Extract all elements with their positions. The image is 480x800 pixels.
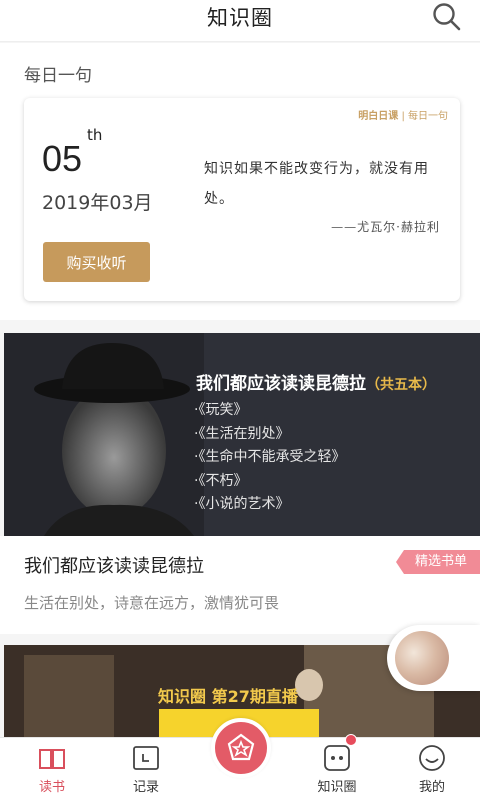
tab-circle[interactable]: 知识圈	[297, 734, 377, 800]
tab-mine[interactable]: 我的	[392, 738, 472, 800]
notification-dot	[345, 734, 357, 746]
day-number: 05	[42, 138, 83, 179]
buy-listen-button[interactable]: 购买收听	[43, 242, 150, 282]
daily-section: 每日一句 明白日课 | 每日一句 05 th 2019年03月 知识如果不能改变…	[0, 43, 480, 320]
quote-author: ——尤瓦尔·赫拉利	[331, 220, 440, 234]
brand-tag: 明白日课 | 每日一句	[358, 111, 448, 122]
category-tag: 精选书单	[396, 550, 480, 574]
author-portrait-image	[4, 333, 204, 536]
brand-name: 明白日课	[358, 111, 399, 122]
tab-record[interactable]: 记录	[106, 738, 186, 800]
book-item: ·《玩笑》	[194, 402, 248, 418]
calendar-icon	[133, 746, 159, 770]
tab-label: 读书	[38, 780, 65, 795]
top-header: 知识圈	[0, 0, 480, 42]
section-label: 每日一句	[24, 66, 92, 86]
date-text: 2019年03月	[42, 192, 153, 214]
book-item: ·《小说的艺术》	[194, 496, 290, 512]
audio-thumbnail-icon	[395, 631, 449, 685]
chat-icon	[324, 745, 350, 771]
banner-title: 我们都应该读读昆德拉（共五本）	[196, 369, 436, 394]
brand-sub: 每日一句	[408, 111, 448, 122]
floating-audio-button[interactable]	[387, 625, 480, 691]
book-list-banner[interactable]: 我们都应该读读昆德拉（共五本） ·《玩笑》 ·《生活在别处》 ·《生命中不能承受…	[4, 333, 480, 536]
book-item: ·《不朽》	[194, 472, 248, 489]
tab-label: 我的	[418, 780, 445, 795]
daily-quote-card[interactable]: 明白日课 | 每日一句 05 th 2019年03月 知识如果不能改变行为，就没…	[24, 98, 460, 301]
banner-title-text: 我们都应该读读昆德拉	[196, 374, 366, 394]
tab-label: 知识圈	[317, 780, 357, 795]
day-suffix: th	[87, 126, 103, 144]
page-title: 知识圈	[207, 6, 273, 30]
center-action-button[interactable]	[211, 718, 271, 778]
bottom-tab-bar: 读书 记录 知识圈 我的	[0, 718, 480, 800]
book-list: ·《玩笑》 ·《生活在别处》 ·《生命中不能承受之轻》 ·《不朽》 ·《小说的艺…	[194, 399, 345, 517]
book-icon	[39, 749, 65, 769]
live-banner-text: 知识圈 第27期直播	[158, 687, 298, 706]
book-item: ·《生命中不能承受之轻》	[194, 449, 346, 465]
article-card[interactable]: 我们都应该读读昆德拉 生活在别处，诗意在远方，激情犹可畏 精选书单	[0, 536, 480, 634]
article-subtitle: 生活在别处，诗意在远方，激情犹可畏	[24, 594, 280, 612]
book-item: ·《生活在别处》	[194, 425, 290, 442]
tab-read[interactable]: 读书	[12, 738, 92, 800]
star-pentagon-icon	[227, 733, 255, 761]
tab-label: 记录	[132, 780, 159, 795]
search-icon[interactable]	[432, 2, 462, 32]
article-title: 我们都应该读读昆德拉	[24, 556, 204, 577]
quote-text: 知识如果不能改变行为，就没有用处。	[204, 161, 429, 207]
smiley-icon	[419, 745, 445, 771]
banner-count: （共五本）	[366, 377, 436, 393]
